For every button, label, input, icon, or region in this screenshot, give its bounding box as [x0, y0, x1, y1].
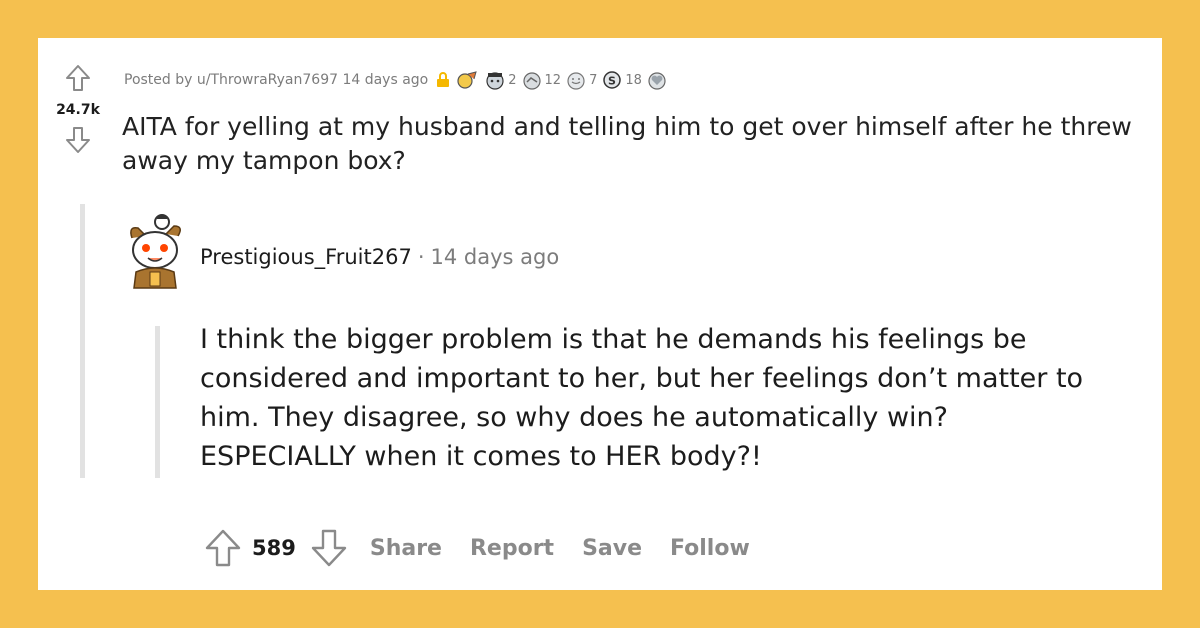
comment-timestamp[interactable]: 14 days ago: [431, 245, 560, 269]
post-score: 24.7k: [56, 102, 100, 118]
award-helpful-count: 12: [544, 72, 562, 88]
award-rocket-icon[interactable]: [456, 70, 480, 90]
award-helpful-icon[interactable]: 12: [521, 70, 562, 90]
post-title[interactable]: AITA for yelling at my husband and telli…: [122, 110, 1152, 178]
svg-text:S: S: [608, 75, 616, 88]
comment-actions: 589 Share Report Save Follow: [204, 528, 750, 568]
award-wholesome-count: 2: [508, 72, 517, 88]
avatar[interactable]: [124, 212, 186, 292]
report-button[interactable]: Report: [470, 536, 554, 561]
award-wholesome-icon[interactable]: 2: [484, 70, 517, 90]
awards-row: 2 12 7 S 18: [436, 70, 670, 90]
comment-header: Prestigious_Fruit267 · 14 days ago: [200, 245, 559, 269]
comment-downvote-icon[interactable]: [310, 528, 348, 568]
share-button[interactable]: Share: [370, 536, 442, 561]
post-meta-text[interactable]: Posted by u/ThrowraRyan7697 14 days ago: [124, 72, 428, 88]
upvote-arrow-icon[interactable]: [65, 64, 91, 92]
comment-body: I think the bigger problem is that he de…: [200, 324, 1084, 472]
save-button[interactable]: Save: [582, 536, 642, 561]
downvote-arrow-icon[interactable]: [65, 126, 91, 154]
post-vote-column: 24.7k: [56, 64, 100, 154]
award-silver-count: 7: [589, 72, 598, 88]
comment-upvote-icon[interactable]: [204, 528, 242, 568]
comment-score: 589: [252, 536, 296, 560]
award-silver-icon[interactable]: 7: [565, 70, 597, 90]
thread-line[interactable]: [80, 204, 85, 478]
award-heart-icon[interactable]: [646, 70, 670, 90]
follow-button[interactable]: Follow: [670, 536, 750, 561]
comment-thread-line[interactable]: [155, 326, 160, 478]
award-s-count: 18: [625, 72, 642, 88]
post-card: 24.7k Posted by u/ThrowraRyan7697 14 day…: [38, 38, 1162, 590]
post-meta: Posted by u/ThrowraRyan7697 14 days ago …: [124, 70, 670, 90]
separator-dot: ·: [417, 245, 425, 269]
comment-author-name[interactable]: Prestigious_Fruit267: [200, 245, 412, 269]
award-s-icon[interactable]: S 18: [601, 70, 642, 90]
lock-icon: [436, 72, 452, 88]
